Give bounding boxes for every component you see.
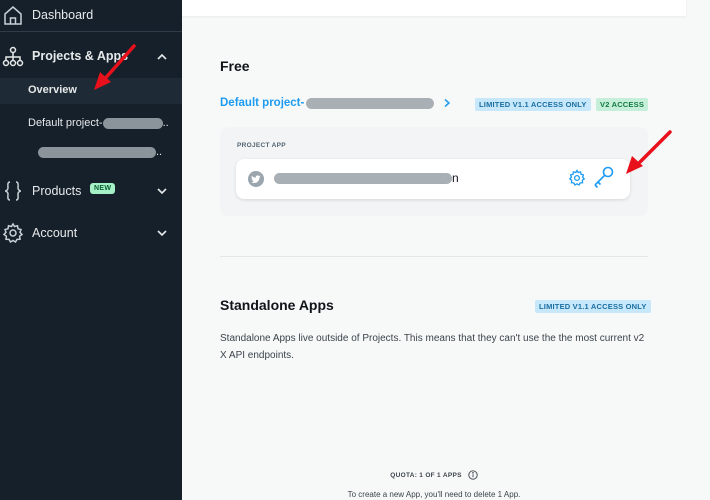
- sidebar-item-dashboard[interactable]: Dashboard: [0, 4, 182, 26]
- sidebar-item-products[interactable]: Products NEW: [0, 180, 182, 202]
- app-row[interactable]: n: [236, 159, 630, 199]
- home-icon: [2, 4, 24, 26]
- gear-icon: [2, 222, 24, 244]
- main-content: Free Default project- LIMITED V1.1 ACCES…: [182, 0, 710, 500]
- sidebar-item-label: Account: [32, 226, 78, 240]
- section-heading-free: Free: [220, 58, 250, 74]
- bird-icon: [248, 171, 264, 187]
- sitemap-icon: [2, 45, 24, 67]
- project-link-label: Default project-: [220, 97, 305, 109]
- section-divider: [220, 256, 648, 257]
- project-app-panel: PROJECT APP n: [220, 127, 648, 216]
- app-name: n: [274, 171, 459, 185]
- sidebar-item-label: Overview: [28, 84, 77, 96]
- red-arrow-annotation: [94, 44, 136, 90]
- red-arrow-annotation: [626, 130, 672, 174]
- top-bar: [182, 0, 686, 16]
- sidebar-item-account[interactable]: Account: [0, 222, 182, 244]
- braces-icon: [2, 180, 24, 202]
- section-heading-standalone: Standalone Apps: [220, 297, 334, 313]
- redacted-text: [306, 97, 435, 109]
- sidebar-item-label: Default project-..: [28, 117, 169, 129]
- chevron-up-icon[interactable]: [156, 51, 168, 63]
- key-icon[interactable]: [592, 165, 616, 189]
- quota-line: QUOTA: 1 OF 1 APPS: [182, 470, 686, 480]
- chevron-right-icon: [444, 98, 451, 108]
- sidebar-item-default-project[interactable]: Default project-..: [0, 111, 182, 137]
- quota-note: To create a new App, you'll need to dele…: [347, 490, 521, 499]
- sidebar-item-label: Dashboard: [32, 8, 94, 22]
- chevron-down-icon[interactable]: [156, 185, 168, 197]
- v2-access-badge: V2 ACCESS: [596, 98, 649, 111]
- project-link[interactable]: Default project-: [220, 97, 452, 109]
- quota-label: QUOTA: 1 OF 1 APPS: [390, 471, 462, 479]
- project-app-label: PROJECT APP: [237, 142, 286, 149]
- sidebar-item-label: Products: [32, 184, 82, 198]
- gear-icon[interactable]: [568, 169, 586, 187]
- standalone-description: Standalone Apps live outside of Projects…: [220, 333, 645, 361]
- new-badge: NEW: [90, 183, 116, 194]
- sidebar-divider: [0, 31, 182, 32]
- limited-access-badge: LIMITED V1.1 ACCESS ONLY: [535, 300, 651, 313]
- chevron-down-icon[interactable]: [156, 227, 168, 239]
- info-icon[interactable]: [468, 470, 478, 480]
- sidebar-item-label: ..: [38, 146, 162, 158]
- sidebar-item-app[interactable]: ..: [0, 140, 182, 166]
- limited-access-badge: LIMITED V1.1 ACCESS ONLY: [475, 98, 591, 111]
- redacted-text: [274, 172, 452, 184]
